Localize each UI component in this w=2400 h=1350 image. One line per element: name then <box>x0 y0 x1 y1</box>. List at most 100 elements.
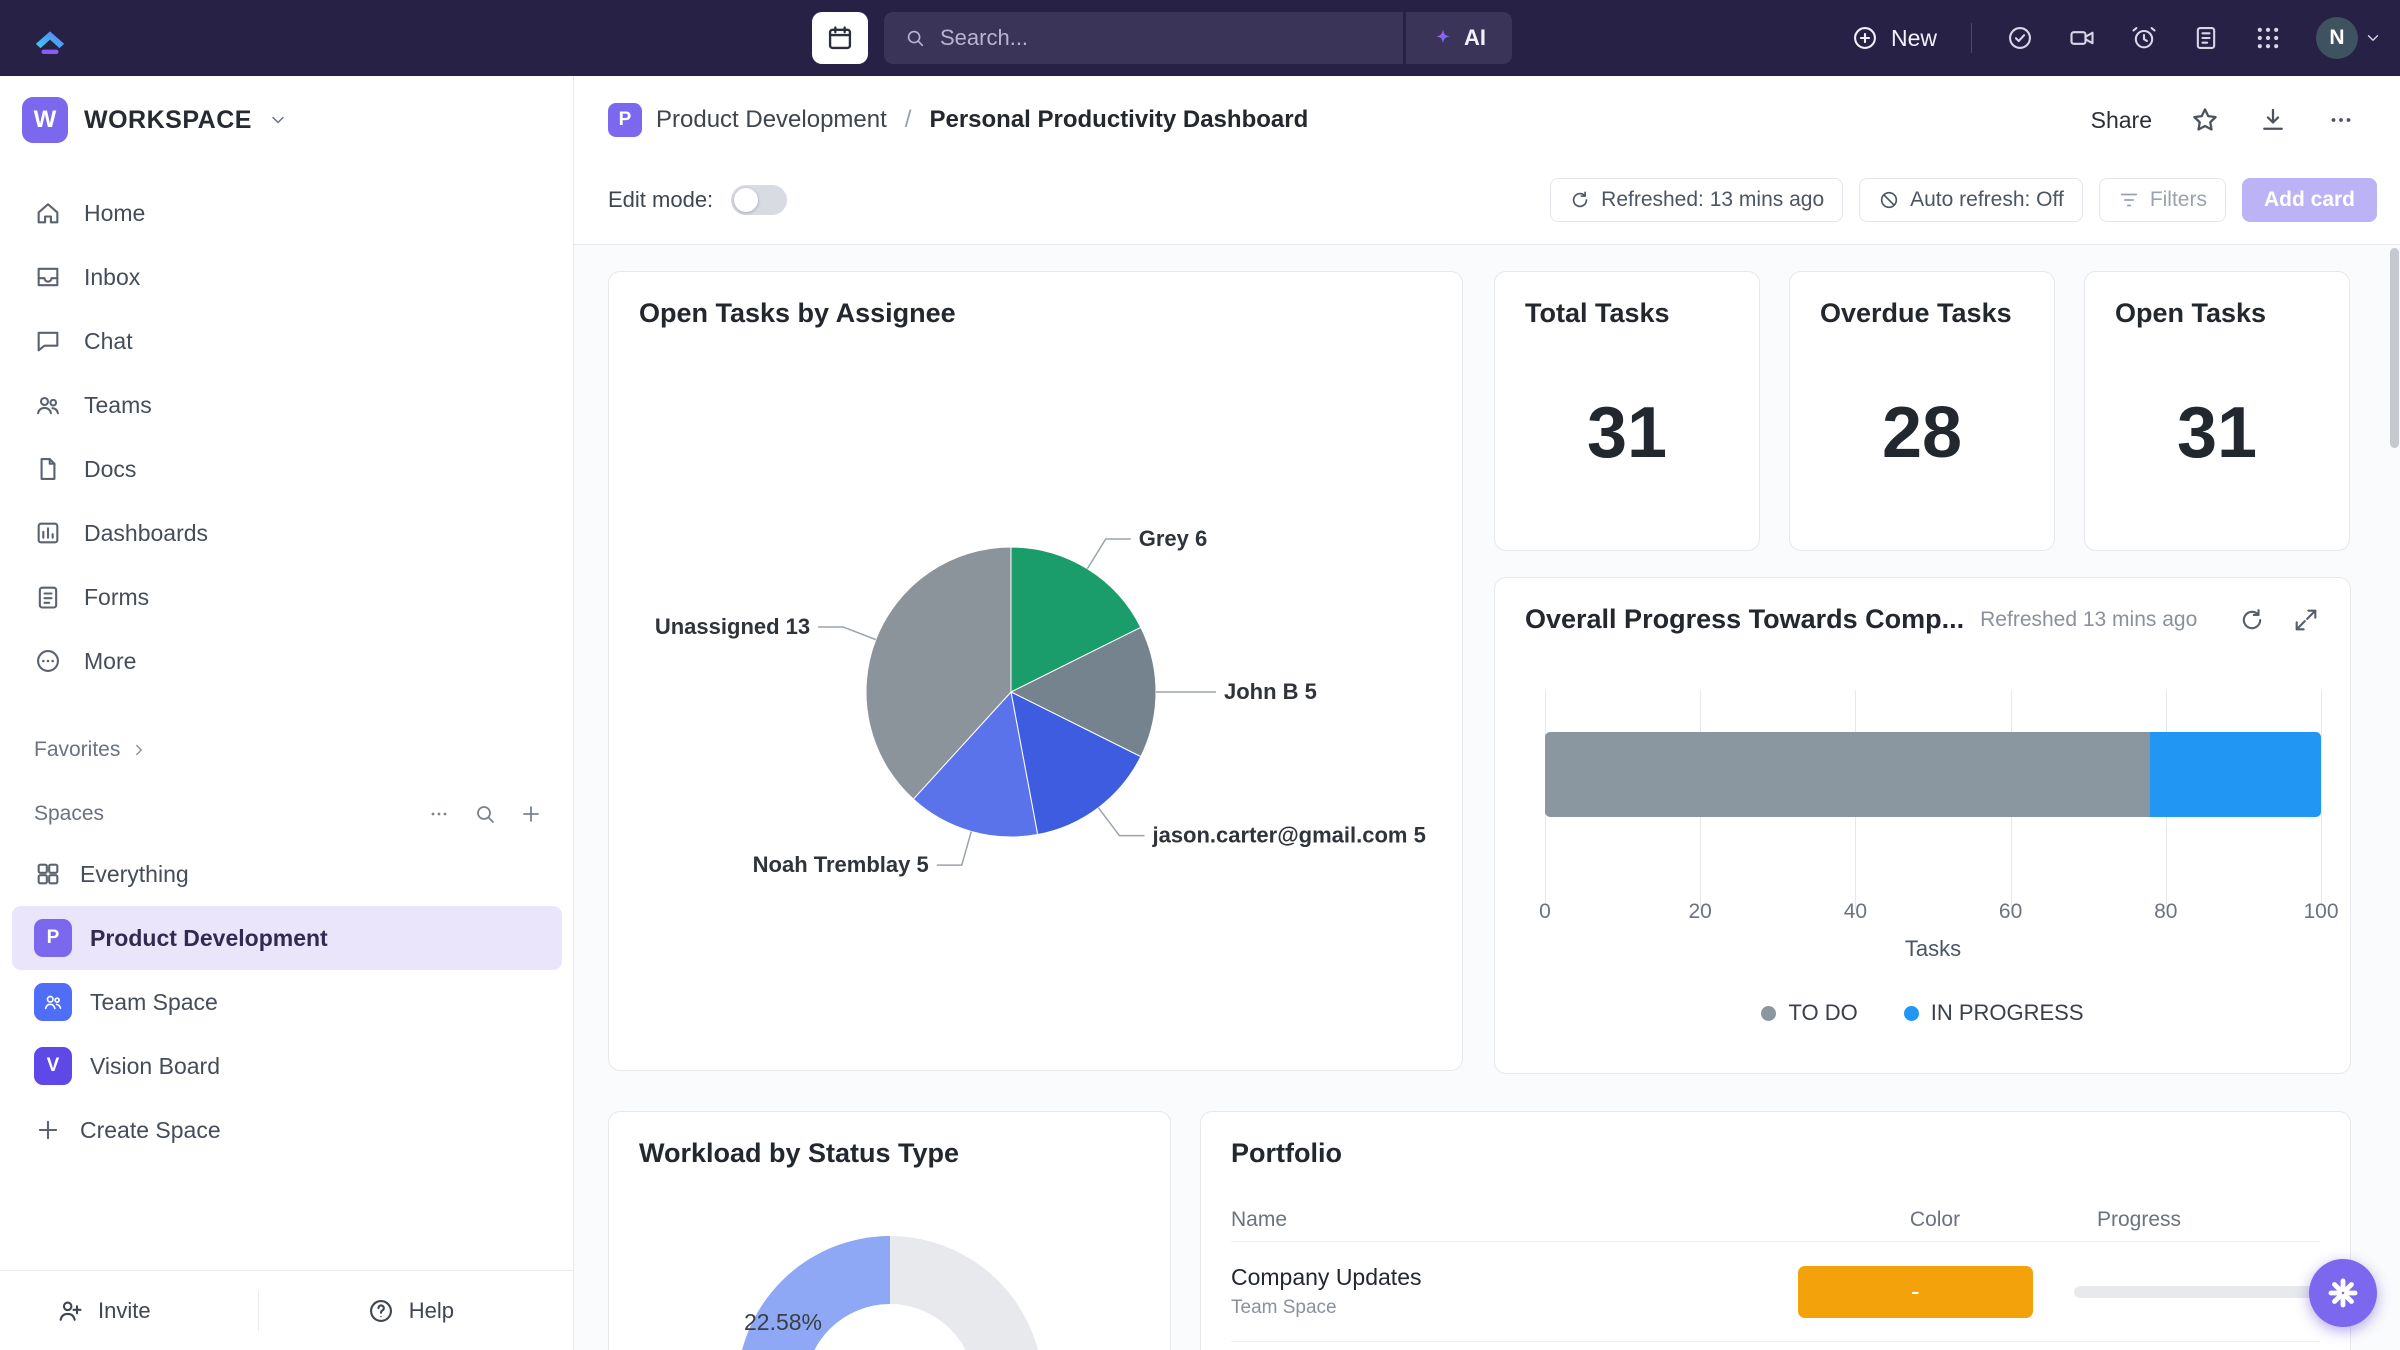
apps-grid-icon[interactable] <box>2254 24 2282 52</box>
plus-icon <box>34 1116 62 1144</box>
table-row[interactable]: Projects <box>1231 1342 2320 1350</box>
sidebar-item-forms[interactable]: Forms <box>0 565 574 629</box>
legend-label: IN PROGRESS <box>1931 1000 2084 1026</box>
row-name-cell: Projects <box>1231 1342 1773 1350</box>
star-icon[interactable] <box>2190 105 2220 135</box>
svg-text:Noah Tremblay 5: Noah Tremblay 5 <box>753 852 929 877</box>
add-card-button[interactable]: Add card <box>2242 178 2377 222</box>
breadcrumb-separator: / <box>905 106 912 134</box>
ellipsis-icon[interactable] <box>427 802 451 826</box>
chevron-down-icon <box>268 110 288 130</box>
inbox-icon <box>34 263 62 291</box>
scrollbar-thumb[interactable] <box>2390 248 2399 448</box>
expand-icon[interactable] <box>2292 606 2320 634</box>
video-icon[interactable] <box>2068 24 2096 52</box>
stat-title: Overdue Tasks <box>1820 298 2012 329</box>
assistant-fab-button[interactable] <box>2309 1259 2377 1327</box>
row-name: Projects <box>1231 1346 1773 1350</box>
color-chip[interactable]: - <box>1798 1266 2033 1318</box>
space-label: Everything <box>80 861 189 888</box>
stat-value: 28 <box>1790 392 2054 474</box>
nav-label: More <box>84 648 136 675</box>
share-button[interactable]: Share <box>2091 107 2152 134</box>
search-icon <box>904 27 926 49</box>
card-title: Overall Progress Towards Comp... <box>1525 604 1964 635</box>
auto-refresh-off-icon <box>1878 189 1900 211</box>
tick-label: 40 <box>1844 900 1867 924</box>
search-icon[interactable] <box>473 802 497 826</box>
ai-spark-icon <box>1432 27 1454 49</box>
nav-label: Home <box>84 200 145 227</box>
refreshed-button[interactable]: Refreshed: 13 mins ago <box>1550 178 1843 222</box>
plus-circle-icon <box>1851 24 1879 52</box>
download-icon[interactable] <box>2258 105 2288 135</box>
donut-slice-label: 22.58% <box>713 1309 853 1336</box>
sidebar-item-dashboards[interactable]: Dashboards <box>0 501 574 565</box>
space-badge: P <box>608 103 642 137</box>
sidebar-item-home[interactable]: Home <box>0 181 574 245</box>
stat-title: Open Tasks <box>2115 298 2266 329</box>
chart-legend: TO DO IN PROGRESS <box>1495 1000 2350 1026</box>
space-item-vision-board[interactable]: V Vision Board <box>12 1034 562 1098</box>
filters-button[interactable]: Filters <box>2099 178 2226 222</box>
space-item-everything[interactable]: Everything <box>12 842 562 906</box>
sidebar-item-inbox[interactable]: Inbox <box>0 245 574 309</box>
ai-button[interactable]: AI <box>1406 12 1512 64</box>
help-icon <box>367 1297 395 1325</box>
reminder-clock-icon[interactable] <box>2130 24 2158 52</box>
people-icon <box>42 991 64 1013</box>
invite-button[interactable]: Invite <box>56 1297 151 1325</box>
space-item-product-development[interactable]: P Product Development <box>12 906 562 970</box>
sidebar-item-chat[interactable]: Chat <box>0 309 574 373</box>
calendar-icon <box>826 24 854 52</box>
sidebar-item-docs[interactable]: Docs <box>0 437 574 501</box>
breadcrumb-space[interactable]: Product Development <box>656 106 887 134</box>
ellipsis-icon[interactable] <box>2326 105 2356 135</box>
invite-label: Invite <box>98 1298 151 1324</box>
new-label: New <box>1891 25 1937 52</box>
plus-icon[interactable] <box>519 802 543 826</box>
legend-dot <box>1904 1006 1919 1021</box>
x-axis-label: Tasks <box>1545 936 2321 962</box>
search-input[interactable]: Search... <box>884 12 1403 64</box>
stat-title: Total Tasks <box>1525 298 1670 329</box>
refresh-icon[interactable] <box>2238 606 2266 634</box>
notepad-icon[interactable] <box>2192 24 2220 52</box>
account-menu[interactable]: N <box>2316 17 2382 59</box>
space-label: Product Development <box>90 925 328 952</box>
space-avatar: P <box>34 919 72 957</box>
page-title: Personal Productivity Dashboard <box>929 106 1308 134</box>
legend-item[interactable]: IN PROGRESS <box>1904 1000 2084 1026</box>
new-button[interactable]: New <box>1851 24 1937 52</box>
sidebar-item-more[interactable]: More <box>0 629 574 693</box>
dashboards-icon <box>34 519 62 547</box>
bar-segment <box>2150 732 2321 817</box>
tasks-check-icon[interactable] <box>2006 24 2034 52</box>
sidebar-item-teams[interactable]: Teams <box>0 373 574 437</box>
space-item-team-space[interactable]: Team Space <box>12 970 562 1034</box>
calendar-button[interactable] <box>812 12 868 64</box>
chat-icon <box>34 327 62 355</box>
column-progress: Progress <box>2097 1208 2181 1232</box>
help-button[interactable]: Help <box>367 1297 454 1325</box>
workspace-switcher[interactable]: W WORKSPACE <box>22 92 288 148</box>
auto-refresh-label: Auto refresh: Off <box>1910 188 2064 212</box>
favorites-section[interactable]: Favorites <box>34 730 543 770</box>
create-space-button[interactable]: Create Space <box>12 1098 562 1162</box>
row-name: Company Updates <box>1231 1264 1757 1291</box>
table-row[interactable]: Company Updates Team Space - <box>1231 1242 2320 1342</box>
edit-mode-toggle[interactable] <box>731 185 787 215</box>
legend-item[interactable]: TO DO <box>1761 1000 1857 1026</box>
space-label: Vision Board <box>90 1053 220 1080</box>
toggle-knob <box>734 188 758 212</box>
tick-label: 80 <box>2154 900 2177 924</box>
stacked-bar-chart[interactable] <box>1545 690 2321 910</box>
svg-text:John B 5: John B 5 <box>1224 679 1317 704</box>
nav-label: Forms <box>84 584 149 611</box>
nav-label: Teams <box>84 392 152 419</box>
app-logo-icon[interactable] <box>30 18 70 58</box>
card-open-tasks: Open Tasks 31 <box>2084 271 2350 551</box>
pie-chart[interactable]: Grey 6John B 5jason.carter@gmail.com 5No… <box>609 387 1464 1007</box>
auto-refresh-button[interactable]: Auto refresh: Off <box>1859 178 2083 222</box>
svg-text:Grey 6: Grey 6 <box>1139 526 1208 551</box>
